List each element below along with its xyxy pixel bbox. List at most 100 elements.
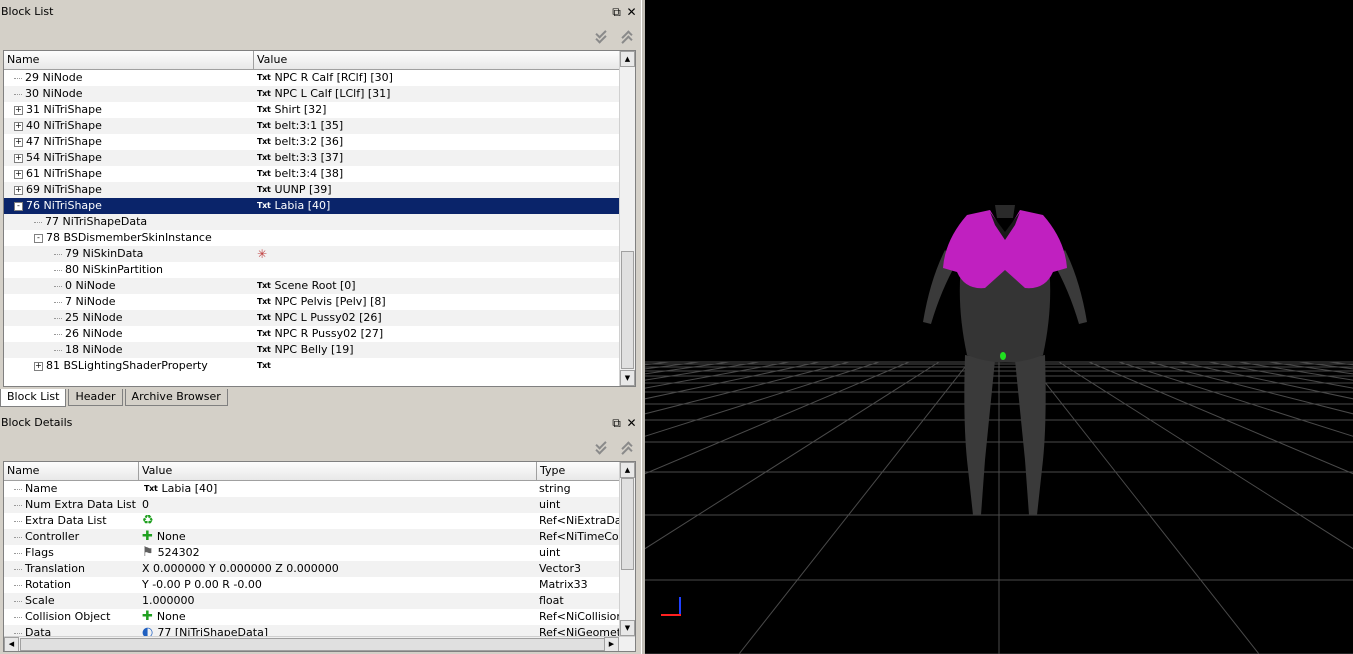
node-value: NPC L Pussy02 [26] [274,311,382,324]
tree-row[interactable]: 30 NiNode Txt NPC L Calf [LClf] [31] [4,86,620,102]
ground-grid [645,361,1353,654]
tree-row[interactable]: 25 NiNode Txt NPC L Pussy02 [26] [4,310,620,326]
field-value[interactable]: Labia [40] [162,482,218,495]
column-header-value[interactable]: Value [254,51,620,69]
grid-line [1028,361,1260,654]
hscroll-thumb[interactable] [20,638,610,651]
block-details-tree[interactable]: Name Value Type Name Txt Labia [40] string N… [3,461,636,652]
tree-row[interactable]: +40 NiTriShape Txt belt:3:1 [35] [4,118,620,134]
float-icon[interactable]: ⧉ [611,417,622,429]
node-name: 54 NiTriShape [26,151,102,164]
tree-row[interactable]: 80 NiSkinPartition [4,262,620,278]
scroll-thumb[interactable] [621,478,634,570]
expand-icon[interactable]: + [14,185,23,195]
tree-row[interactable]: +54 NiTriShape Txt belt:3:3 [37] [4,150,620,166]
scroll-left-button[interactable]: ◀ [4,637,19,651]
render-viewport[interactable] [645,0,1353,654]
close-icon[interactable]: ✕ [626,6,637,18]
scroll-up-button[interactable]: ▲ [620,462,635,478]
tree-row[interactable]: +47 NiTriShape Txt belt:3:2 [36] [4,134,620,150]
field-value[interactable]: None [157,610,186,623]
tree-line [14,584,22,586]
block-details-header: Name Value Type [4,462,620,481]
tree-row[interactable]: +61 NiTriShape Txt belt:3:4 [38] [4,166,620,182]
float-icon[interactable]: ⧉ [611,6,622,18]
grid-line [1268,361,1353,375]
plus-icon[interactable]: ✚ [142,609,153,625]
node-name: 81 BSLightingShaderProperty [46,359,208,372]
detail-row[interactable]: Translation X 0.000000 Y 0.000000 Z 0.000… [4,561,619,577]
block-list-tree[interactable]: Name Value 29 NiNode Txt NPC R Calf [RClf]… [3,50,636,387]
tree-line [54,253,62,255]
tree-row[interactable]: 18 NiNode Txt NPC Belly [19] [4,342,620,358]
detail-row[interactable]: Extra Data List ♻ Ref<NiExtraData> [4,513,619,529]
tree-row[interactable]: -78 BSDismemberSkinInstance [4,230,620,246]
block-list-scrollbar[interactable]: ▲ ▼ [619,51,635,386]
field-value[interactable]: None [157,530,186,543]
tree-row[interactable]: 7 NiNode Txt NPC Pelvis [Pelv] [8] [4,294,620,310]
tree-line [34,221,42,223]
field-type: Vector3 [539,562,582,575]
detail-row[interactable]: Collision Object ✚ None Ref<NiCollisionObje… [4,609,619,625]
field-value[interactable]: 1.000000 [142,594,195,607]
expand-icon[interactable]: + [34,361,43,371]
field-value[interactable]: 0 [142,498,149,511]
tree-row[interactable]: 29 NiNode Txt NPC R Calf [RClf] [30] [4,70,620,86]
expand-all-icon[interactable] [621,30,633,42]
column-header-type[interactable]: Type [537,462,620,480]
tab-header[interactable]: Header [68,389,123,406]
column-header-name[interactable]: Name [4,462,139,480]
expand-icon[interactable]: + [14,121,23,131]
tree-row[interactable]: 79 NiSkinData ✳ [4,246,620,262]
tree-line [14,568,22,570]
detail-row[interactable]: Name Txt Labia [40] string [4,481,619,497]
detail-row[interactable]: Scale 1.000000 float [4,593,619,609]
scroll-down-button[interactable]: ▼ [620,620,635,636]
detail-row[interactable]: Rotation Y -0.00 P 0.00 R -0.00 Matrix33 [4,577,619,593]
scroll-right-button[interactable]: ▶ [604,637,619,651]
txt-icon: Txt [257,73,271,82]
detail-row[interactable]: Flags ⚑ 524302 uint [4,545,619,561]
plus-icon[interactable]: ✚ [142,529,153,545]
field-name: Collision Object [25,610,111,623]
tree-row[interactable]: +31 NiTriShape Txt Shirt [32] [4,102,620,118]
txt-icon: Txt [257,313,271,322]
expand-icon[interactable]: + [14,153,23,163]
node-value: NPC R Pussy02 [27] [274,327,384,340]
tree-row[interactable]: -76 NiTriShape Txt Labia [40] [4,198,620,214]
collapse-all-icon[interactable] [595,30,607,42]
expand-all-icon[interactable] [621,441,633,453]
tree-line [14,93,22,95]
block-details-hscrollbar[interactable]: ◀ ▶ [4,636,635,651]
detail-row[interactable]: Controller ✚ None Ref<NiTimeController> [4,529,619,545]
field-value[interactable]: 524302 [158,546,200,559]
close-icon[interactable]: ✕ [626,417,637,429]
tree-line [54,285,62,287]
tree-row[interactable]: 0 NiNode Txt Scene Root [0] [4,278,620,294]
tab-block-list[interactable]: Block List [0,389,67,407]
field-value[interactable]: X 0.000000 Y 0.000000 Z 0.000000 [142,562,339,575]
tab-archive-browser[interactable]: Archive Browser [124,389,228,406]
expand-icon[interactable]: + [14,105,23,115]
flag-icon[interactable]: ⚑ [142,545,154,561]
collapse-icon[interactable]: - [14,201,23,211]
field-value[interactable]: Y -0.00 P 0.00 R -0.00 [142,578,262,591]
column-header-name[interactable]: Name [4,51,254,69]
field-name: Scale [25,594,55,607]
collapse-icon[interactable]: - [34,233,43,243]
collapse-all-icon[interactable] [595,441,607,453]
expand-icon[interactable]: + [14,169,23,179]
scroll-thumb[interactable] [621,251,634,369]
link-icon[interactable]: ♻ [142,513,154,529]
scroll-up-button[interactable]: ▲ [620,51,635,67]
field-type: Matrix33 [539,578,588,591]
tree-row[interactable]: 26 NiNode Txt NPC R Pussy02 [27] [4,326,620,342]
column-header-value[interactable]: Value [139,462,537,480]
tree-row[interactable]: +81 BSLightingShaderProperty Txt [4,358,620,374]
tree-row[interactable]: 77 NiTriShapeData [4,214,620,230]
scroll-down-button[interactable]: ▼ [620,370,635,386]
block-details-scrollbar[interactable]: ▲ ▼ [619,462,635,636]
expand-icon[interactable]: + [14,137,23,147]
tree-row[interactable]: +69 NiTriShape Txt UUNP [39] [4,182,620,198]
detail-row[interactable]: Num Extra Data List 0 uint [4,497,619,513]
